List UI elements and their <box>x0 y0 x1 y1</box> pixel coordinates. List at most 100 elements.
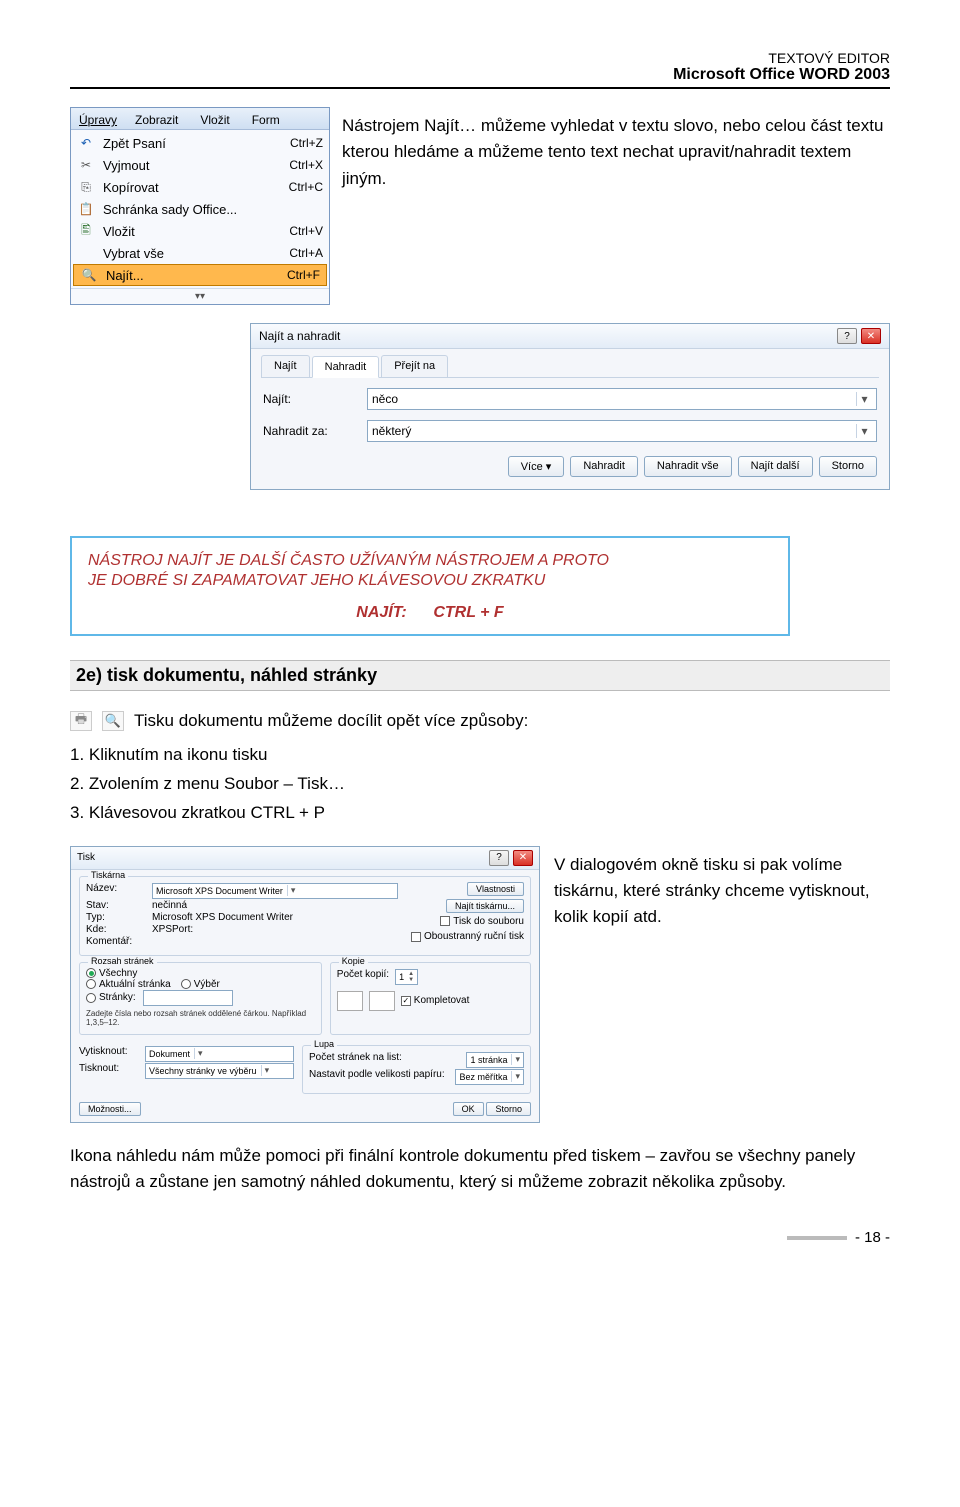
label: Komentář: <box>86 936 146 947</box>
menu-item-selectall[interactable]: Vybrat vše Ctrl+A <box>71 242 329 264</box>
menu-item-find[interactable]: 🔍 Najít... Ctrl+F <box>73 264 327 286</box>
options-button[interactable]: Možnosti... <box>79 1102 141 1116</box>
menu-item-undo[interactable]: ↶ Zpět Psaní Ctrl+Z <box>71 132 329 154</box>
label: Počet kopií: <box>337 969 389 985</box>
menu-item-label: Vyjmout <box>103 158 281 173</box>
header-line1: TEXTOVÝ EDITOR <box>70 50 890 66</box>
close-button[interactable]: ✕ <box>861 328 881 344</box>
list-item: 2. Zvolením z menu Soubor – Tisk… <box>70 770 890 799</box>
cancel-button[interactable]: Storno <box>486 1102 531 1116</box>
help-button[interactable]: ? <box>489 850 509 866</box>
help-button[interactable]: ? <box>837 328 857 344</box>
duplex-check[interactable]: Oboustranný ruční tisk <box>411 931 524 942</box>
dropdown-icon[interactable]: ▾ <box>287 885 296 896</box>
edit-menu-panel: Úpravy Zobrazit Vložit Form ↶ Zpět Psaní… <box>70 107 330 305</box>
dropdown-icon[interactable]: ▾ <box>856 424 872 438</box>
range-current-radio[interactable]: Aktuální stránka <box>86 979 171 990</box>
tip-box: NÁSTROJ NAJÍT JE DALŠÍ ČASTO UŽÍVANÝM NÁ… <box>70 536 790 636</box>
print-dialog: Tisk ? ✕ Tiskárna Název: Microsoft XPS D… <box>70 846 540 1123</box>
intro-paragraph: Nástrojem Najít… můžeme vyhledat v textu… <box>342 113 890 305</box>
pages-input[interactable] <box>143 990 233 1006</box>
dialog-tab-find[interactable]: Najít <box>261 355 310 377</box>
menu-item-label: Kopírovat <box>103 180 281 195</box>
pages-per-sheet-select[interactable]: 1 stránka▾ <box>466 1052 524 1068</box>
replace-button[interactable]: Nahradit <box>570 456 638 477</box>
value: Microsoft XPS Document Writer <box>152 912 398 923</box>
label: Tisknout: <box>79 1063 139 1079</box>
tip-line1: NÁSTROJ NAJÍT JE DALŠÍ ČASTO UŽÍVANÝM NÁ… <box>88 552 772 570</box>
collate-check[interactable]: ✓Kompletovat <box>401 995 470 1006</box>
radio-label: Stránky: <box>99 992 136 1003</box>
label: Stav: <box>86 900 146 911</box>
range-all-radio[interactable]: Všechny <box>86 968 137 979</box>
cancel-button[interactable]: Storno <box>819 456 877 477</box>
menu-item-shortcut: Ctrl+C <box>289 180 323 194</box>
menu-item-clipboard[interactable]: 📋 Schránka sady Office... <box>71 198 329 220</box>
menu-item-label: Najít... <box>106 268 279 283</box>
menu-expand-icon[interactable]: ▾▾ <box>71 288 329 304</box>
menu-tab-row: Úpravy Zobrazit Vložit Form <box>71 108 329 130</box>
dialog-tabs: Najít Nahradit Přejít na <box>261 355 879 378</box>
ok-button[interactable]: OK <box>453 1102 484 1116</box>
properties-button[interactable]: Vlastnosti <box>467 882 524 896</box>
menu-item-shortcut: Ctrl+V <box>289 224 323 238</box>
menu-item-shortcut: Ctrl+A <box>289 246 323 260</box>
page-header: TEXTOVÝ EDITOR Microsoft Office WORD 200… <box>70 50 890 89</box>
replace-label: Nahradit za: <box>263 424 353 438</box>
menu-tab[interactable]: Vložit <box>192 111 237 129</box>
menu-item-label: Zpět Psaní <box>103 136 282 151</box>
range-selection-radio[interactable]: Výběr <box>181 979 220 990</box>
group-title: Kopie <box>339 956 368 966</box>
label: Vytisknout: <box>79 1046 139 1062</box>
scale-group: Lupa Počet stránek na list: 1 stránka▾ N… <box>302 1045 531 1094</box>
value: XPSPort: <box>152 924 398 935</box>
dialog-tab-replace[interactable]: Nahradit <box>312 356 380 378</box>
range-pages-radio[interactable]: Stránky: <box>86 990 233 1006</box>
dropdown-icon[interactable]: ▾ <box>856 392 872 406</box>
more-button[interactable]: Více ▾ <box>508 456 565 477</box>
menu-tab[interactable]: Úpravy <box>75 111 121 129</box>
replace-input[interactable]: některý ▾ <box>367 420 877 442</box>
radio-label: Výběr <box>194 979 220 990</box>
page-number: - 18 - <box>70 1229 890 1246</box>
close-button[interactable]: ✕ <box>513 850 533 866</box>
replace-all-button[interactable]: Nahradit vše <box>644 456 732 477</box>
printer-name-select[interactable]: Microsoft XPS Document Writer ▾ <box>152 883 398 899</box>
menu-item-label: Vložit <box>103 224 281 239</box>
section-heading: 2e) tisk dokumentu, náhled stránky <box>70 660 890 691</box>
menu-item-cut[interactable]: ✂ Vyjmout Ctrl+X <box>71 154 329 176</box>
radio-label: Všechny <box>99 968 137 979</box>
find-replace-dialog: Najít a nahradit ? ✕ Najít Nahradit Přej… <box>250 323 890 490</box>
collate-icon <box>337 991 363 1011</box>
tip-shortcut-value: CTRL + F <box>433 604 503 621</box>
print-what-select[interactable]: Dokument▾ <box>145 1046 294 1062</box>
print-to-file-check[interactable]: Tisk do souboru <box>440 916 524 927</box>
find-printer-button[interactable]: Najít tiskárnu... <box>446 899 524 913</box>
copies-spinner[interactable]: 1▲▼ <box>395 969 418 985</box>
copy-icon: ⎘ <box>77 178 95 196</box>
print-pages-select[interactable]: Všechny stránky ve výběru▾ <box>145 1063 294 1079</box>
scissors-icon: ✂ <box>77 156 95 174</box>
menu-item-label: Vybrat vše <box>103 246 281 261</box>
dialog-title: Najít a nahradit <box>259 329 340 343</box>
print-icon: 🖶 <box>70 711 92 731</box>
menu-tab[interactable]: Zobrazit <box>127 111 186 129</box>
find-label: Najít: <box>263 392 353 406</box>
find-value: něco <box>372 392 856 406</box>
find-next-button[interactable]: Najít další <box>738 456 813 477</box>
value: 1 stránka <box>470 1055 507 1065</box>
label: Počet stránek na list: <box>309 1052 460 1068</box>
copies-value: 1 <box>399 972 404 982</box>
menu-item-paste[interactable]: 🖺 Vložit Ctrl+V <box>71 220 329 242</box>
value: Všechny stránky ve výběru <box>149 1066 257 1076</box>
scale-select[interactable]: Bez měřítka▾ <box>455 1069 524 1085</box>
dialog-tab-goto[interactable]: Přejít na <box>381 355 448 377</box>
menu-item-copy[interactable]: ⎘ Kopírovat Ctrl+C <box>71 176 329 198</box>
radio-label: Aktuální stránka <box>99 979 171 990</box>
find-input[interactable]: něco ▾ <box>367 388 877 410</box>
preview-icon: 🔍 <box>102 711 124 731</box>
menu-item-shortcut: Ctrl+X <box>289 158 323 172</box>
menu-tab[interactable]: Form <box>244 111 288 129</box>
label: Typ: <box>86 912 146 923</box>
range-hint: Zadejte čísla nebo rozsah stránek odděle… <box>86 1009 315 1027</box>
